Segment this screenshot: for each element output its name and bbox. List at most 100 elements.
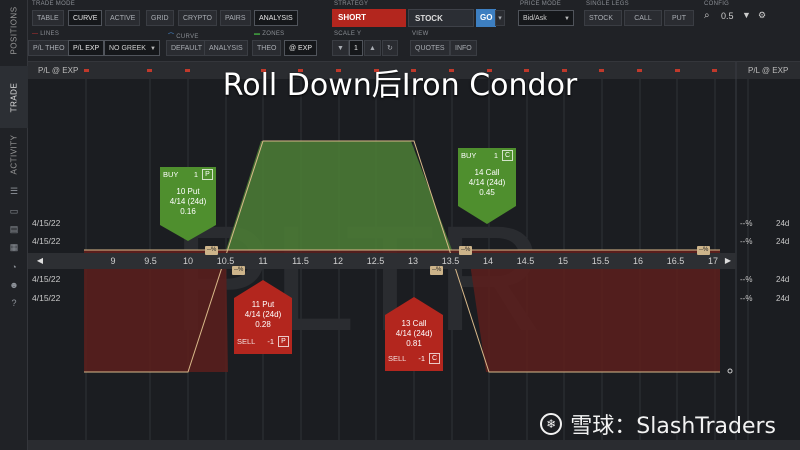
greek-select[interactable]: NO GREEK ▼ [104, 40, 160, 56]
leg-type-code: C [429, 352, 440, 364]
price-tick: 16 [632, 256, 644, 266]
grid-icon[interactable]: ▦ [8, 242, 20, 252]
mode-tab-active[interactable]: ACTIVE [105, 10, 141, 26]
strategy-side-select[interactable]: SHORT [332, 9, 406, 27]
date-label: 4/15/22 [32, 274, 61, 284]
mode-tab-analysis[interactable]: ANALYSIS [254, 10, 298, 26]
price-tick: 15.5 [591, 256, 610, 266]
zone-theo-button[interactable]: THEO [252, 40, 282, 56]
mode-tab-curve[interactable]: CURVE [68, 10, 103, 26]
leg-desc: 11 Put [251, 300, 275, 309]
leg-desc: 10 Put [176, 187, 200, 196]
price-tick: 14 [482, 256, 494, 266]
curve-analysis-button[interactable]: ANALYSIS [204, 40, 248, 56]
bottom-scrollbar[interactable] [28, 440, 800, 450]
single-leg-put-button[interactable]: PUT [664, 10, 694, 26]
price-tick: 12.5 [366, 256, 385, 266]
leg-card-buy-call[interactable]: BUY 1 C 14 Call 4/14 (24d) 0.45 [458, 148, 516, 224]
leg-type-code: C [502, 149, 513, 161]
folder-icon[interactable]: ▭ [8, 206, 20, 216]
leg-exp: 4/14 (24d) [468, 178, 506, 187]
scale-down-icon[interactable]: ▼ [332, 40, 349, 56]
leg-desc: 13 Call [401, 319, 427, 328]
list-icon[interactable]: ☰ [8, 186, 20, 196]
scale-value[interactable]: 1 [349, 40, 363, 56]
brand-watermark: ❄ 雪球：SlashTraders [540, 408, 776, 440]
reset-icon[interactable]: ↻ [382, 40, 398, 56]
view-info-button[interactable]: INFO [450, 40, 477, 56]
tab-activity[interactable]: ACTIVITY [0, 130, 28, 178]
strategy-chevron-icon[interactable]: ▾ [495, 10, 505, 26]
curve-default-button[interactable]: DEFAULT [166, 40, 207, 56]
leg-card-sell-put[interactable]: 11 Put 4/14 (24d) 0.28 SELL -1 P [234, 280, 292, 354]
go-button[interactable]: GO [476, 9, 497, 27]
pct-badge: --% [430, 266, 444, 275]
leg-desc: 14 Call [474, 168, 500, 177]
mode-tab-grid[interactable]: GRID [146, 10, 174, 26]
right-days: 24d [776, 237, 790, 246]
price-tick: 11 [258, 256, 268, 266]
view-label: VIEW [412, 31, 429, 37]
pct-badge: --% [697, 246, 711, 255]
mode-tab-crypto[interactable]: CRYPTO [178, 10, 217, 26]
leg-price: 0.16 [180, 207, 196, 216]
help-icon[interactable]: ? [8, 298, 20, 308]
single-legs-label: SINGLE LEGS [586, 1, 629, 7]
leg-side: BUY [163, 169, 179, 179]
single-leg-stock-button[interactable]: STOCK [584, 10, 622, 26]
pct-badge: --% [232, 266, 246, 275]
leg-card-sell-call[interactable]: 13 Call 4/14 (24d) 0.81 SELL -1 C [385, 297, 443, 371]
snowball-logo-icon: ❄ [540, 413, 563, 435]
right-days: 24d [776, 275, 790, 284]
pl-theo-button[interactable]: P/L THEO [28, 40, 70, 56]
zones-label: ▬ ZONES [254, 31, 285, 37]
leg-type-code: P [278, 335, 289, 347]
scroll-left-icon[interactable]: ◀ [34, 253, 46, 269]
price-tick: 9.5 [144, 256, 157, 266]
filter-icon[interactable]: ▼ [742, 10, 751, 20]
price-tick: 16.5 [666, 256, 685, 266]
end-marker-icon [727, 368, 733, 374]
right-pct: --% [740, 237, 753, 246]
strategy-type-select[interactable]: STOCK [408, 9, 474, 27]
tab-positions[interactable]: POSITIONS [0, 0, 28, 60]
price-tick: 9 [110, 256, 116, 266]
view-quotes-button[interactable]: QUOTES [410, 40, 450, 56]
single-leg-call-button[interactable]: CALL [624, 10, 662, 26]
people-icon[interactable]: ☻ [8, 280, 20, 290]
pct-badge: --% [459, 246, 473, 255]
overlay-title: Roll Down后Iron Condor [222, 68, 578, 103]
zone-exp-button[interactable]: @ EXP [284, 40, 318, 56]
scroll-right-icon[interactable]: ▶ [722, 253, 734, 269]
zoom-icon[interactable]: ⌕ [704, 10, 710, 21]
date-label: 4/15/22 [32, 218, 61, 228]
tab-activity-label: ACTIVITY [9, 133, 19, 175]
right-pct: --% [740, 219, 753, 228]
gauge-icon[interactable]: ◔ [8, 262, 20, 272]
right-days: 24d [776, 219, 790, 228]
mode-tab-pairs[interactable]: PAIRS [220, 10, 251, 26]
leg-side: SELL [388, 353, 407, 363]
lines-label: — LINES [32, 31, 60, 37]
leg-qty: -1 [267, 336, 274, 346]
right-pct: --% [740, 294, 753, 303]
leg-price: 0.81 [406, 339, 422, 348]
pl-exp-button[interactable]: P/L EXP [68, 40, 105, 56]
scale-up-icon[interactable]: ▲ [364, 40, 381, 56]
config-zoom-value[interactable]: 0.5 [721, 11, 734, 21]
date-label: 4/15/22 [32, 293, 61, 303]
pct-badge: --% [205, 246, 219, 255]
leg-card-buy-put[interactable]: BUY 1 P 10 Put 4/14 (24d) 0.16 [160, 167, 216, 241]
chart-icon[interactable]: ▤ [8, 224, 20, 234]
price-tick: 10 [182, 256, 194, 266]
settings-icon[interactable]: ⚙ [758, 10, 766, 21]
right-pct: --% [740, 275, 753, 284]
profit-zone [226, 141, 452, 250]
price-tick: 15 [557, 256, 569, 266]
date-label: 4/15/22 [32, 236, 61, 246]
scale-label: SCALE Y [334, 31, 362, 37]
chevron-down-icon: ▼ [150, 46, 156, 52]
mode-tab-table[interactable]: TABLE [32, 10, 64, 26]
price-mode-select[interactable]: Bid/Ask ▼ [518, 10, 574, 26]
chevron-down-icon: ▼ [564, 16, 570, 22]
